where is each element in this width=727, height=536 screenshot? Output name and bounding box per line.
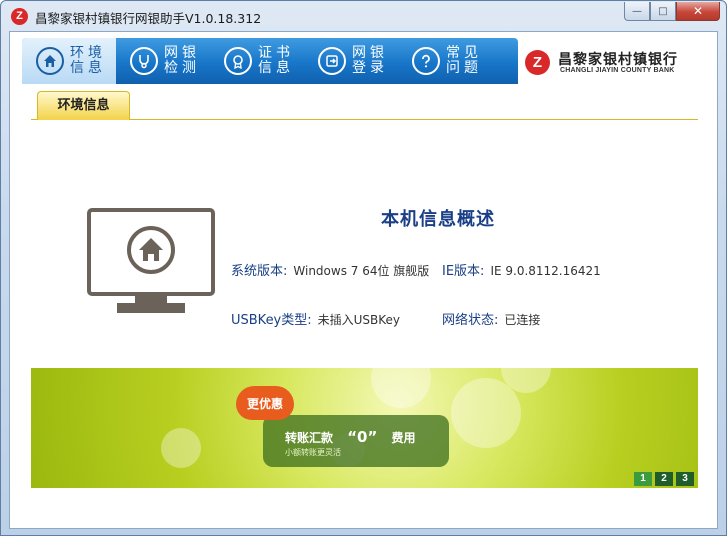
nav-label-environment: 环境信息 [70,45,106,76]
bank-name-en: CHANGLI JIAYIN COUNTY BANK [560,67,675,74]
nav-item-check[interactable]: 网银检测 [116,38,210,84]
login-icon [318,47,346,75]
monitor-illustration [87,208,215,316]
os-label: 系统版本: [231,264,288,279]
usbkey-value: 未插入USBKey [317,313,401,327]
minimize-button[interactable]: — [624,2,650,21]
ie-label: IE版本: [442,264,485,279]
certificate-icon [224,47,252,75]
usbkey-label: USBKey类型: [231,313,312,328]
window-title: 昌黎家银村镇银行网银助手V1.0.18.312 [35,11,262,26]
app-logo-icon: Z [11,8,28,25]
nav-label-check: 网银检测 [164,45,200,76]
tab-underline [31,119,698,120]
usbkey-row: USBKey类型: 未插入USBKey [231,309,400,328]
nav-label-faq: 常见问题 [446,45,482,76]
nav-item-faq[interactable]: 常见问题 [398,38,492,84]
pager-button-3[interactable]: 3 [676,472,694,486]
bank-name-cn: 昌黎家银村镇银行 [558,52,678,68]
network-value: 已连接 [504,313,541,327]
nav-item-certificate[interactable]: 证书信息 [210,38,304,84]
tab-environment[interactable]: 环境信息 [37,91,130,120]
monitor-icon [87,208,215,313]
banner-pager: 1 2 3 [634,472,694,486]
maximize-button[interactable]: □ [650,2,676,21]
bubble-decoration [371,368,431,408]
nav-item-environment[interactable]: 环境信息 [22,38,116,84]
promo-text-transfer: 转账汇款 [285,431,334,445]
main-nav: 环境信息 网银检测 证书信息 网银登录 常见问题 [22,38,518,84]
promo-banner[interactable]: 转账汇款 “0” 费用 小额转账更灵活 更优惠 1 2 3 [31,368,698,488]
title-bar[interactable]: Z 昌黎家银村镇银行网银助手V1.0.18.312 — □ ✕ [1,1,726,31]
app-window: Z 昌黎家银村镇银行网银助手V1.0.18.312 — □ ✕ 环境信息 网银检… [0,0,727,536]
network-row: 网络状态: 已连接 [442,309,540,328]
pager-button-1[interactable]: 1 [634,472,652,486]
info-title: 本机信息概述 [381,209,495,230]
nav-item-login[interactable]: 网银登录 [304,38,398,84]
promo-badge: 更优惠 [236,386,294,420]
bubble-decoration [161,428,201,468]
close-button[interactable]: ✕ [676,2,720,21]
stethoscope-icon [130,47,158,75]
promo-headline: 转账汇款 “0” 费用 [285,428,416,446]
pager-button-2[interactable]: 2 [655,472,673,486]
network-label: 网络状态: [442,313,499,328]
promo-text-fee: 费用 [391,431,416,445]
promo-zero-mark: “0” [347,428,378,446]
os-value: Windows 7 64位 旗舰版 [293,264,430,278]
home-icon [36,47,64,75]
ie-value: IE 9.0.8112.16421 [490,264,601,278]
nav-label-login: 网银登录 [352,45,388,76]
promo-subtext: 小额转账更灵活 [285,448,341,457]
nav-label-certificate: 证书信息 [258,45,294,76]
bubble-decoration [451,378,521,448]
question-icon [412,47,440,75]
window-controls: — □ ✕ [624,2,720,22]
bank-mark-icon: Z [525,50,550,75]
promo-box: 转账汇款 “0” 费用 小额转账更灵活 [263,415,449,467]
bank-logo: Z 昌黎家银村镇银行 CHANGLI JIAYIN COUNTY BANK [525,50,715,76]
ie-row: IE版本: IE 9.0.8112.16421 [442,260,601,279]
os-row: 系统版本: Windows 7 64位 旗舰版 [231,260,429,279]
